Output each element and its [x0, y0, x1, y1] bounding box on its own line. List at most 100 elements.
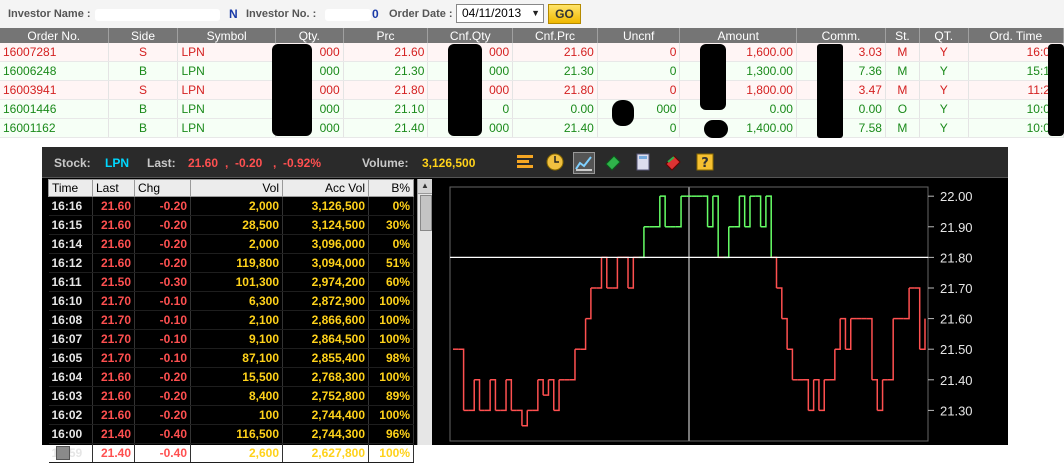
chevron-down-icon: ▼ [531, 8, 540, 18]
redaction-mark [817, 44, 843, 138]
order-row[interactable]: 16001162 B LPN 000 21.40 000 21.40 0 1,400.00 7.5… [0, 118, 1064, 138]
price-segment [914, 287, 921, 350]
scroll-thumb[interactable] [420, 195, 432, 231]
trade-row: 16:00 21.40 -0.40 116,500 2,744,300 96% [48, 424, 414, 444]
order-cell-order-no: 16007281 [0, 43, 109, 62]
price-segment [532, 379, 539, 412]
price-segment [760, 196, 767, 228]
trade-cell-acc: 2,744,400 [282, 405, 369, 425]
orders-column-header[interactable]: Cnf.Qty [427, 28, 514, 43]
order-cell-side: B [108, 61, 179, 81]
orders-column-header[interactable]: Qty. [275, 28, 344, 43]
trade-cell-chg: -0.20 [134, 196, 191, 216]
trade-cell-last: 21.70 [92, 310, 135, 330]
stock-symbol: LPN [105, 156, 129, 170]
trade-cell-vol: 15,500 [190, 367, 283, 387]
orders-column-header[interactable]: Ord. Time [968, 28, 1064, 43]
go-button[interactable]: GO [548, 4, 581, 24]
order-date-select[interactable]: 04/11/2013 ▼ [456, 4, 544, 23]
order-cell-amount: 1,400.00 [679, 118, 797, 138]
last-price: 21.60 [188, 156, 219, 170]
book-red-icon[interactable] [663, 152, 683, 172]
orders-column-header[interactable]: Prc [343, 28, 429, 43]
trades-column-header[interactable]: Vol [190, 179, 283, 197]
trades-column-header[interactable]: B% [368, 179, 414, 197]
chevron-up-icon[interactable]: ▲ [418, 179, 432, 194]
price-segment [569, 349, 576, 381]
volume-value: 3,126,500 [422, 156, 476, 170]
orders-column-header[interactable]: Side [108, 28, 179, 43]
order-cell-cnf-prc: 21.80 [512, 80, 598, 100]
trade-row: 16:16 21.60 -0.20 2,000 3,126,500 0% [48, 196, 414, 216]
redaction-mark [95, 9, 220, 21]
order-cell-amount: 1,300.00 [679, 61, 797, 81]
trades-column-header[interactable]: Last [92, 179, 135, 197]
order-row[interactable]: 16006248 B LPN 000 21.30 000 21.30 0 1,300.00 7.3… [0, 61, 1064, 81]
investor-name-value: N [229, 7, 238, 21]
trade-cell-b: 98% [368, 348, 414, 368]
price-segment [818, 379, 825, 412]
orders-column-header[interactable]: St. [885, 28, 920, 43]
trade-cell-b: 100% [368, 367, 414, 387]
price-segment [776, 287, 783, 319]
last-separator: , [273, 156, 277, 170]
order-row[interactable]: 16003941 S LPN 000 21.80 000 21.80 0 1,800.00 3.4… [0, 80, 1064, 100]
resize-handle[interactable] [56, 446, 70, 460]
trades-scrollbar[interactable]: ▲ [417, 179, 432, 445]
orders-column-header[interactable]: Amount [679, 28, 797, 43]
order-cell-st: M [885, 43, 920, 62]
book-green-icon[interactable] [603, 152, 623, 172]
calculator-icon[interactable] [633, 152, 653, 172]
price-segment [919, 318, 926, 350]
orders-column-header[interactable]: QT. [919, 28, 969, 43]
trade-cell-last: 21.60 [92, 196, 135, 216]
price-segment [787, 348, 794, 380]
help-icon[interactable]: ? [695, 152, 715, 172]
order-cell-prc: 21.80 [343, 80, 429, 100]
trade-cell-vol: 6,300 [190, 291, 283, 311]
trade-cell-time: 16:16 [48, 196, 93, 216]
price-segment [903, 287, 910, 320]
trade-cell-time: 16:04 [48, 367, 93, 387]
trade-cell-vol: 116,500 [190, 424, 283, 444]
svg-text:?: ? [701, 156, 709, 171]
trade-row: 16:12 21.60 -0.20 119,800 3,094,000 51% [48, 253, 414, 273]
trade-cell-time: 16:02 [48, 405, 93, 425]
trade-cell-chg: -0.40 [134, 424, 191, 444]
price-segment [829, 349, 836, 381]
trades-column-header[interactable]: Time [48, 179, 93, 197]
trade-cell-time: 16:07 [48, 329, 93, 349]
y-tick-label: 21.40 [940, 373, 973, 388]
price-segment [458, 348, 465, 411]
order-cell-amount: 0.00 [679, 99, 797, 119]
order-row[interactable]: 16007281 S LPN 000 21.60 000 21.60 0 1,600.00 3.0… [0, 43, 1064, 62]
trade-cell-chg: -0.20 [134, 386, 191, 406]
trades-column-header[interactable]: Acc Vol [282, 179, 369, 197]
order-cell-st: M [885, 80, 920, 100]
trades-header-row: Time Last Chg Vol Acc Vol B% [48, 179, 414, 197]
order-row[interactable]: 16001446 B LPN 000 21.10 0 0.00 000 0.00 0.00 O Y 10… [0, 99, 1064, 119]
price-segment [474, 379, 481, 411]
orders-column-header[interactable]: Order No. [0, 28, 109, 43]
clock-icon[interactable] [545, 152, 565, 172]
chart-icon[interactable] [573, 152, 595, 174]
price-segment [612, 257, 619, 289]
trades-column-header[interactable]: Chg [134, 179, 191, 197]
trade-cell-last: 21.60 [92, 253, 135, 273]
trade-cell-b: 100% [368, 291, 414, 311]
orders-column-header[interactable]: Symbol [177, 28, 276, 43]
trade-cell-last: 21.60 [92, 386, 135, 406]
y-tick-label: 21.60 [940, 312, 973, 327]
orders-column-header[interactable]: Comm. [796, 28, 886, 43]
price-segment [744, 196, 751, 228]
orders-column-header[interactable]: Cnf.Prc [512, 28, 598, 43]
trade-cell-chg: -0.10 [134, 310, 191, 330]
bars-icon[interactable] [515, 152, 535, 172]
trade-row: 16:02 21.60 -0.20 100 2,744,400 100% [48, 405, 414, 425]
trade-cell-last: 21.60 [92, 234, 135, 254]
orders-column-header[interactable]: Uncnf [597, 28, 681, 43]
price-segment [712, 195, 719, 258]
trade-row: 16:07 21.70 -0.10 9,100 2,864,500 100% [48, 329, 414, 349]
trade-cell-acc: 3,096,000 [282, 234, 369, 254]
trade-cell-time: 16:12 [48, 253, 93, 273]
